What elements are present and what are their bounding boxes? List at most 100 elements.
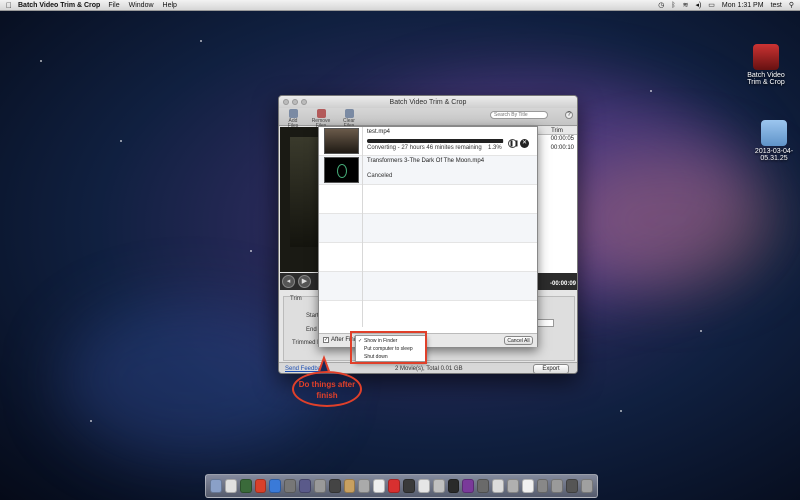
dock-app-icon[interactable] xyxy=(551,479,564,493)
empty-row xyxy=(319,185,537,214)
add-files-button[interactable]: Add Files xyxy=(283,108,303,128)
conversion-list: test.mp4 Converting - 27 hours 46 minite… xyxy=(319,127,537,327)
dock-app-icon[interactable] xyxy=(477,479,490,493)
video-thumbnail xyxy=(324,128,359,154)
wallpaper-star xyxy=(90,420,92,422)
conversion-progress-bar xyxy=(367,139,504,143)
dock-app-icon[interactable] xyxy=(536,479,549,493)
trim-cell: 00:00:05 xyxy=(550,136,574,142)
movies-summary: 2 Movie(s), Total 0.01 GB xyxy=(395,366,463,372)
dock-app-icon[interactable] xyxy=(492,479,504,493)
conversion-row[interactable]: Transformers 3-The Dark Of The Moon.mp4 … xyxy=(319,156,537,185)
desktop-icon-app[interactable]: Batch Video Trim & Crop xyxy=(736,44,796,86)
wallpaper-star xyxy=(250,250,252,252)
conversion-status: Converting - 27 hours 46 minites remaini… xyxy=(367,145,482,151)
apple-menu-icon[interactable]:  xyxy=(0,1,18,10)
column-divider xyxy=(362,127,363,327)
zoom-window-icon[interactable] xyxy=(301,99,307,105)
dock-app-icon[interactable] xyxy=(269,479,282,493)
annotation-highlight xyxy=(350,331,427,364)
dock-app-icon[interactable] xyxy=(284,479,297,493)
add-files-icon xyxy=(288,108,298,118)
conversion-status: Canceled xyxy=(367,173,393,179)
video-thumbnail xyxy=(324,157,359,183)
dock-app-icon[interactable] xyxy=(447,479,460,493)
menu-help[interactable]: Help xyxy=(163,2,177,9)
dock xyxy=(205,474,598,498)
menu-app-name[interactable]: Batch Video Trim & Crop xyxy=(18,2,100,9)
desktop-icon-folder[interactable]: 2013-03-04- 05.31.25 xyxy=(744,120,800,162)
dock-app-icon[interactable] xyxy=(462,479,475,493)
after-finish-checkbox[interactable]: ✓ xyxy=(323,337,329,343)
thumbnail-graphic xyxy=(337,164,347,178)
trim-legend: Trim xyxy=(290,296,302,302)
dock-app-icon[interactable] xyxy=(254,479,267,493)
file-name: Transformers 3-The Dark Of The Moon.mp4 xyxy=(367,158,485,164)
conversion-sheet: test.mp4 Converting - 27 hours 46 minite… xyxy=(318,126,538,347)
conversion-row[interactable]: test.mp4 Converting - 27 hours 46 minite… xyxy=(319,127,537,156)
help-button[interactable]: ? xyxy=(565,111,573,119)
dock-app-icon[interactable] xyxy=(210,479,222,493)
stop-icon: ✕ xyxy=(521,140,528,146)
dock-app-icon[interactable] xyxy=(239,479,252,493)
dock-app-icon[interactable] xyxy=(373,479,386,493)
dock-app-icon[interactable] xyxy=(388,479,400,493)
menu-extras: ◷ ᛒ ≋ ◂) ▭ Mon 1:31 PM test ⚲ xyxy=(658,1,800,10)
clear-files-button[interactable]: Clear Files xyxy=(339,108,359,128)
dock-app-icon[interactable] xyxy=(432,479,445,493)
trim-column-header[interactable]: Trim xyxy=(536,127,577,135)
trim-cell: 00:00:10 xyxy=(550,145,574,151)
search-placeholder: Search By Title xyxy=(494,112,528,118)
empty-row xyxy=(319,272,537,301)
desktop-icon-label: 2013-03-04- 05.31.25 xyxy=(754,148,794,162)
dock-app-icon[interactable] xyxy=(581,479,593,493)
remove-files-icon xyxy=(316,108,326,118)
stop-button[interactable]: ✕ xyxy=(520,139,529,148)
remove-files-button[interactable]: Remove Files xyxy=(311,108,331,128)
menu-user[interactable]: test xyxy=(771,2,782,9)
empty-row xyxy=(319,214,537,243)
volume-icon[interactable]: ◂) xyxy=(695,1,701,9)
dock-app-icon[interactable] xyxy=(506,479,519,493)
export-button[interactable]: Export xyxy=(533,364,569,373)
wifi-icon[interactable]: ≋ xyxy=(683,1,689,9)
wallpaper-star xyxy=(650,90,652,92)
dock-app-icon[interactable] xyxy=(313,479,326,493)
search-input[interactable]: Search By Title xyxy=(490,111,548,119)
dock-app-icon[interactable] xyxy=(521,479,534,493)
battery-icon[interactable]: ▭ xyxy=(708,1,715,9)
spotlight-icon[interactable]: ⚲ xyxy=(789,1,794,9)
time-machine-icon[interactable]: ◷ xyxy=(658,1,664,9)
annotation-callout: Do things after finish xyxy=(292,371,362,407)
dock-app-icon[interactable] xyxy=(224,479,237,493)
dock-app-icon[interactable] xyxy=(566,479,579,493)
wallpaper-star xyxy=(200,40,202,42)
app-icon xyxy=(753,44,779,70)
menu-clock[interactable]: Mon 1:31 PM xyxy=(722,2,764,9)
dock-app-icon[interactable] xyxy=(358,479,371,493)
pause-button[interactable]: ❚❚ xyxy=(508,139,520,148)
menu-file[interactable]: File xyxy=(108,2,119,9)
window-titlebar[interactable]: Batch Video Trim & Crop xyxy=(279,96,577,108)
dock-app-icon[interactable] xyxy=(328,479,341,493)
trim-column: Trim 00:00:05 00:00:10 xyxy=(536,127,577,273)
dock-app-icon[interactable] xyxy=(417,479,430,493)
cancel-all-button[interactable]: Cancel All xyxy=(504,336,533,345)
time-remaining: -00:00:09 xyxy=(549,281,576,287)
menu-window[interactable]: Window xyxy=(129,2,154,9)
conversion-percent: 1.3% xyxy=(488,145,502,151)
dock-app-icon[interactable] xyxy=(403,479,415,493)
close-window-icon[interactable] xyxy=(283,99,289,105)
play-button[interactable]: ▶ xyxy=(298,275,311,288)
wallpaper-star xyxy=(620,410,622,412)
window-toolbar: Add Files Remove Files Clear Files Searc… xyxy=(279,108,577,128)
rewind-button[interactable]: ◂ xyxy=(282,275,295,288)
dock-app-icon[interactable] xyxy=(299,479,311,493)
window-title: Batch Video Trim & Crop xyxy=(389,98,467,106)
pause-icon: ❚❚ xyxy=(509,141,520,147)
bluetooth-icon[interactable]: ᛒ xyxy=(671,2,675,9)
dock-app-icon[interactable] xyxy=(343,479,356,493)
minimize-window-icon[interactable] xyxy=(292,99,298,105)
empty-row xyxy=(319,243,537,272)
wallpaper-star xyxy=(700,330,702,332)
